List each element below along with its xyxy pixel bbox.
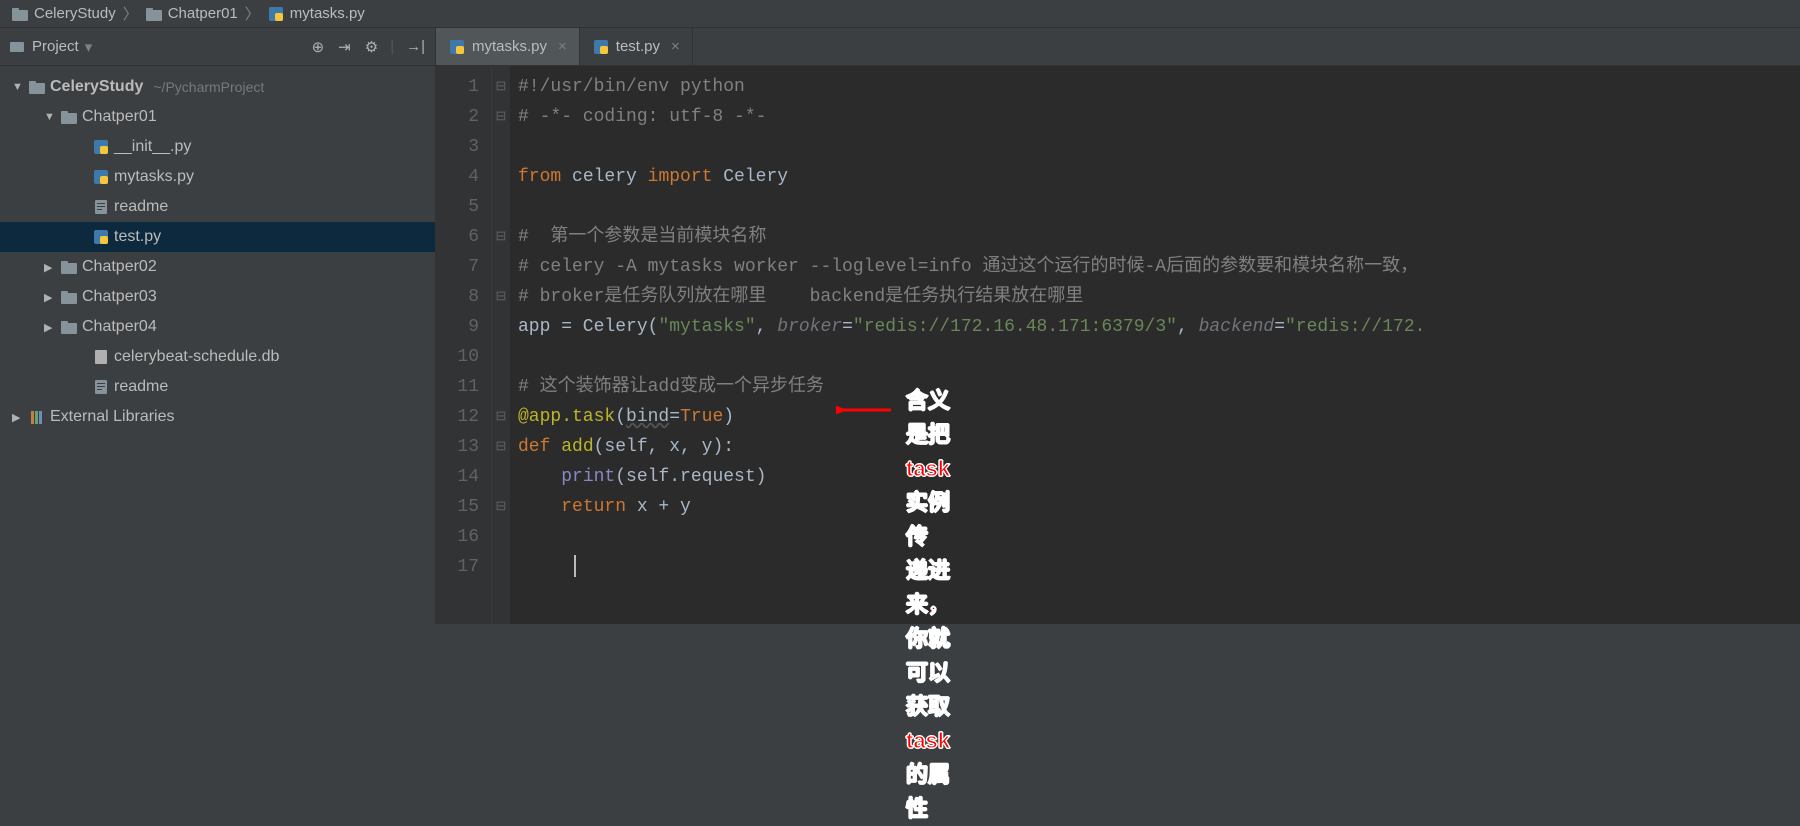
- locate-icon[interactable]: ⊕: [310, 36, 327, 58]
- breadcrumb-item[interactable]: mytasks.py: [264, 5, 368, 23]
- gear-icon[interactable]: ⚙: [363, 36, 380, 58]
- tree-row[interactable]: ▶Chatper03: [0, 282, 435, 312]
- breadcrumb-bar: CeleryStudy〉Chatper01〉mytasks.py: [0, 0, 1800, 28]
- tree-row[interactable]: test.py: [0, 222, 435, 252]
- line-gutter: 1234567891011121314151617: [436, 66, 492, 624]
- close-icon[interactable]: ×: [558, 38, 567, 55]
- project-tool-header: Project ▾ ⊕ ⇥ ⚙ | →|: [0, 28, 435, 66]
- tree-row[interactable]: ▼CeleryStudy~/PycharmProject: [0, 72, 435, 102]
- tree-row[interactable]: ▶Chatper04: [0, 312, 435, 342]
- editor-tab[interactable]: mytasks.py×: [436, 28, 580, 65]
- project-tool-label[interactable]: Project ▾: [8, 38, 92, 56]
- project-sidebar: Project ▾ ⊕ ⇥ ⚙ | →| ▼CeleryStudy~/Pycha…: [0, 28, 436, 624]
- chevron-down-icon: ▾: [85, 38, 93, 56]
- tree-row[interactable]: mytasks.py: [0, 162, 435, 192]
- tree-row[interactable]: readme: [0, 372, 435, 402]
- tree-row[interactable]: readme: [0, 192, 435, 222]
- tree-row[interactable]: ▼Chatper01: [0, 102, 435, 132]
- editor-tabs: mytasks.py×test.py×: [436, 28, 1800, 66]
- hide-icon[interactable]: →|: [404, 36, 427, 57]
- editor-tab[interactable]: test.py×: [580, 28, 693, 65]
- close-icon[interactable]: ×: [671, 38, 680, 55]
- annotation-line3: task的属性: [906, 724, 950, 826]
- tree-row[interactable]: ▶Chatper02: [0, 252, 435, 282]
- tree-row[interactable]: ▶External Libraries: [0, 402, 435, 432]
- fold-gutter[interactable]: ⊟⊟⊟⊟⊟⊟⊟: [492, 66, 510, 624]
- breadcrumb-item[interactable]: CeleryStudy: [8, 5, 119, 23]
- breadcrumb-item[interactable]: Chatper01: [142, 5, 241, 23]
- project-icon: [8, 38, 26, 56]
- tree-row[interactable]: celerybeat-schedule.db: [0, 342, 435, 372]
- code-content[interactable]: #!/usr/bin/env python# -*- coding: utf-8…: [510, 66, 1800, 624]
- code-editor[interactable]: 1234567891011121314151617 ⊟⊟⊟⊟⊟⊟⊟ #!/usr…: [436, 66, 1800, 624]
- tree-row[interactable]: __init__.py: [0, 132, 435, 162]
- project-tree: ▼CeleryStudy~/PycharmProject▼Chatper01__…: [0, 66, 435, 432]
- collapse-icon[interactable]: ⇥: [336, 36, 353, 58]
- project-tool-text: Project: [32, 38, 79, 55]
